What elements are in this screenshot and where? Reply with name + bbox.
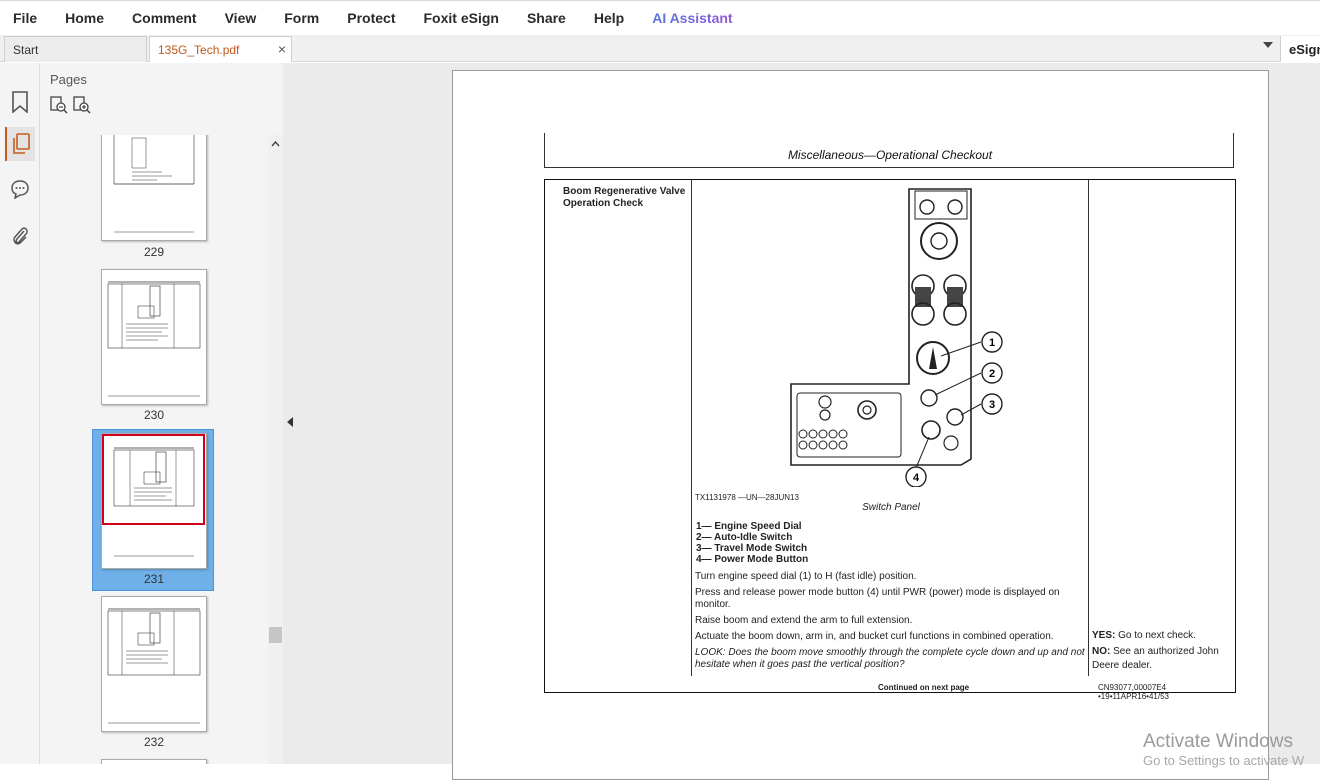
attachment-icon[interactable] (5, 219, 35, 253)
menu-home[interactable]: Home (51, 10, 118, 26)
page-thumbnail[interactable] (101, 759, 207, 764)
result-no: NO: See an authorized John Deere dealer. (1092, 645, 1232, 673)
callout-label: 2 (989, 368, 995, 380)
menu-view[interactable]: View (211, 10, 271, 26)
page-header-box: Miscellaneous—Operational Checkout (544, 133, 1234, 168)
result-yes-text: Go to next check. (1115, 630, 1196, 641)
figure-caption: Switch Panel (862, 502, 920, 513)
result-no-text: See an authorized John Deere dealer. (1092, 646, 1219, 671)
column-divider (1088, 180, 1089, 676)
collapse-arrow-icon[interactable] (287, 417, 293, 427)
figure-legend: 1— Engine Speed Dial 2— Auto-Idle Switch… (696, 521, 808, 565)
comments-icon[interactable] (5, 172, 35, 206)
procedure-step: Raise boom and extend the arm to full ex… (695, 615, 913, 626)
procedure-step: Press and release power mode button (4) … (695, 587, 1060, 610)
page-zoom-in-icon[interactable] (73, 96, 91, 114)
tab-bar: Start 135G_Tech.pdf × (0, 35, 1320, 62)
bookmark-icon[interactable] (5, 85, 35, 119)
figure-reference: TX1131978 —UN—28JUN13 (695, 493, 799, 502)
pages-panel: Pages 229 230 231 232 (40, 63, 283, 764)
thumbnail-scrollbar[interactable] (268, 135, 283, 764)
close-icon[interactable]: × (278, 41, 286, 57)
callout-label: 3 (989, 399, 995, 411)
page-thumbnail[interactable] (101, 596, 207, 732)
legend-item: 3— Travel Mode Switch (696, 543, 808, 554)
procedure-step: Actuate the boom down, arm in, and bucke… (695, 631, 1054, 642)
tab-list-dropdown-icon[interactable] (1263, 42, 1273, 48)
result-no-label: NO: (1092, 646, 1111, 657)
scrollbar-thumb[interactable] (269, 627, 282, 643)
tab-document[interactable]: 135G_Tech.pdf × (149, 36, 292, 62)
tab-start-label: Start (13, 42, 39, 57)
procedure-step: Turn engine speed dial (1) to H (fast id… (695, 571, 917, 582)
activation-watermark: Activate Windows (1143, 731, 1293, 752)
page-zoom-out-icon[interactable] (50, 96, 68, 114)
menu-comment[interactable]: Comment (118, 10, 211, 26)
menu-share[interactable]: Share (513, 10, 580, 26)
menu-help[interactable]: Help (580, 10, 638, 26)
menu-bar: File Home Comment View Form Protect Foxi… (0, 0, 1320, 35)
legend-item: 2— Auto-Idle Switch (696, 532, 793, 543)
legend-item: 4— Power Mode Button (696, 554, 809, 565)
document-code: CN93077,00007E4 •19•11APR16•41/53 (1098, 683, 1169, 701)
continued-note: Continued on next page (878, 683, 970, 692)
callout-label: 4 (913, 472, 920, 484)
document-view: Miscellaneous—Operational Checkout Boom … (297, 63, 1320, 780)
page-thumbnail[interactable] (101, 135, 207, 241)
page-thumbnail-current[interactable] (101, 433, 207, 569)
tab-document-label: 135G_Tech.pdf (158, 42, 240, 57)
check-title: Boom Regenerative Valve Operation Check (563, 186, 686, 209)
navigation-rail (0, 63, 40, 764)
look-instruction: LOOK: Does the boom move smoothly throug… (695, 647, 1085, 670)
procedure-table: Boom Regenerative Valve Operation Check (544, 179, 1236, 701)
menu-form[interactable]: Form (270, 10, 333, 26)
thumbnail-page-number: 230 (143, 408, 165, 422)
panel-collapse-handle[interactable] (283, 63, 297, 764)
menu-protect[interactable]: Protect (333, 10, 409, 26)
menu-file[interactable]: File (0, 10, 51, 26)
legend-item: 1— Engine Speed Dial (696, 521, 802, 532)
thumbnail-page-number: 231 (143, 572, 165, 586)
thumbnail-list: 229 230 231 232 (40, 135, 268, 764)
thumbnail-page-number: 229 (143, 245, 165, 259)
thumbnail-page-number: 232 (143, 735, 165, 749)
pdf-page: Miscellaneous—Operational Checkout Boom … (452, 70, 1269, 780)
tab-start[interactable]: Start (4, 36, 147, 62)
page-thumbnail[interactable] (101, 269, 207, 405)
activation-watermark-sub: Go to Settings to activate W (1143, 753, 1305, 768)
pages-icon[interactable] (5, 127, 35, 161)
menu-ai-assistant[interactable]: AI Assistant (638, 10, 746, 26)
page-header-title: Miscellaneous—Operational Checkout (787, 148, 993, 162)
switch-panel-figure: 1 2 3 4 (790, 188, 1003, 487)
result-yes: YES: Go to next check. (1092, 629, 1232, 643)
esign-panel-tab[interactable]: eSign (1280, 36, 1320, 62)
callout-label: 1 (989, 337, 995, 349)
column-divider (691, 180, 692, 676)
scroll-up-icon[interactable] (271, 139, 280, 150)
pages-panel-title: Pages (50, 72, 87, 87)
result-yes-label: YES: (1092, 630, 1116, 641)
menu-foxit-esign[interactable]: Foxit eSign (409, 10, 512, 26)
